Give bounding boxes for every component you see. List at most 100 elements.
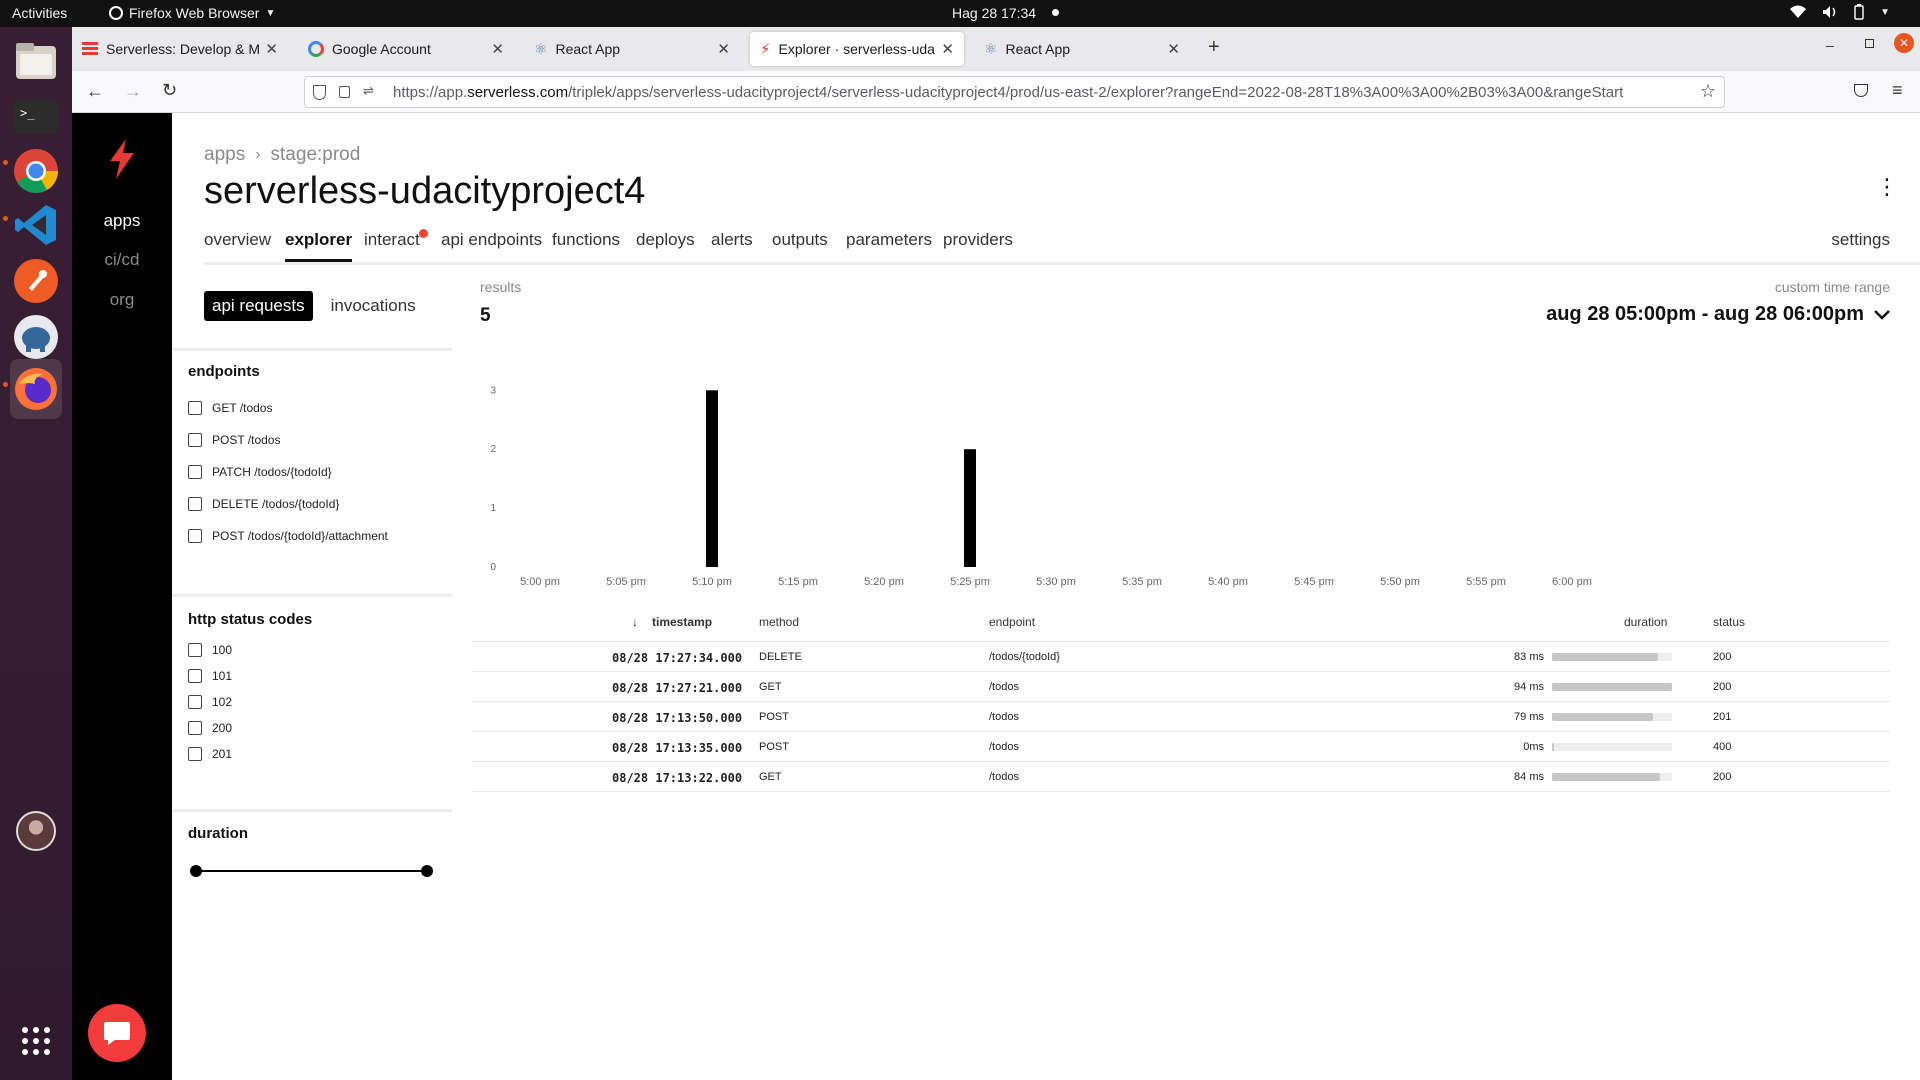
checkbox[interactable]	[188, 497, 202, 511]
chat-button[interactable]	[88, 1004, 146, 1062]
checkbox[interactable]	[188, 695, 202, 709]
status-codes-scroll[interactable]: 101 102 200 201	[172, 667, 452, 779]
checkbox[interactable]	[188, 465, 202, 479]
close-window-icon[interactable]: ✕	[1894, 33, 1914, 53]
postman-icon[interactable]	[10, 255, 62, 307]
browser-tab[interactable]: Serverless: Develop & Mo ✕	[72, 32, 288, 66]
serverless-logo-icon[interactable]	[106, 139, 138, 179]
duration-slider-track[interactable]	[196, 870, 426, 872]
checkbox[interactable]	[188, 747, 202, 761]
checkbox[interactable]	[188, 529, 202, 543]
checkbox-label: DELETE /todos/{todoId}	[212, 497, 340, 511]
tab-deploys[interactable]: deploys	[636, 230, 695, 262]
tab-settings[interactable]: settings	[1831, 230, 1890, 250]
tab-overview[interactable]: overview	[204, 230, 271, 262]
activities-button[interactable]: Activities	[12, 5, 67, 21]
row-timestamp: 08/28 17:13:35.000	[612, 741, 743, 755]
vscode-icon[interactable]	[10, 199, 62, 251]
checkbox-label: POST /todos/{todoId}/attachment	[212, 529, 388, 543]
checkbox-label: PATCH /todos/{todoId}	[212, 465, 332, 479]
checkbox[interactable]	[188, 401, 202, 415]
close-icon[interactable]: ✕	[491, 40, 504, 58]
chrome-icon[interactable]	[10, 145, 62, 197]
bookmark-star-icon[interactable]: ☆	[1699, 81, 1716, 102]
status-filter-item[interactable]: 101	[188, 669, 232, 683]
checkbox[interactable]	[188, 643, 202, 657]
close-icon[interactable]: ✕	[1167, 40, 1180, 58]
x-tick-label: 5:55 pm	[1466, 576, 1506, 588]
duration-slider-min-handle[interactable]	[190, 865, 202, 877]
x-tick-label: 5:30 pm	[1036, 576, 1076, 588]
chart-bar[interactable]	[706, 390, 718, 567]
checkbox[interactable]	[188, 721, 202, 735]
table-row[interactable]: 08/28 17:13:22.000 GET /todos 84 ms 200	[472, 761, 1890, 791]
checkbox[interactable]	[188, 669, 202, 683]
status-filter-item[interactable]: 100	[188, 643, 232, 657]
new-tab-icon[interactable]: +	[1208, 36, 1220, 59]
status-filter-item[interactable]: 102	[188, 695, 232, 709]
tab-functions[interactable]: functions	[552, 230, 620, 262]
more-options-icon[interactable]: ⋮	[1876, 176, 1898, 198]
sidebar-item-org[interactable]: org	[72, 290, 172, 310]
chart-bar[interactable]	[964, 449, 976, 567]
column-timestamp[interactable]: timestamp	[652, 615, 712, 629]
app-grid-icon[interactable]	[10, 1015, 62, 1067]
minimize-icon[interactable]: –	[1826, 37, 1834, 53]
close-icon[interactable]: ✕	[265, 40, 278, 58]
divider	[172, 348, 452, 351]
pgadmin-icon[interactable]	[10, 311, 62, 363]
tab-providers[interactable]: providers	[943, 230, 1013, 262]
duration-slider-max-handle[interactable]	[421, 865, 433, 877]
reload-icon[interactable]: ↻	[162, 80, 177, 101]
browser-tab-active[interactable]: ⚡ Explorer · serverless-uda ✕	[750, 32, 964, 66]
app-menu[interactable]: Firefox Web Browser ▼	[109, 5, 275, 21]
tab-api-endpoints[interactable]: api endpoints	[441, 230, 542, 262]
endpoint-filter-item[interactable]: PATCH /todos/{todoId}	[188, 465, 332, 479]
api-requests-toggle[interactable]: api requests	[204, 291, 313, 321]
tab-alerts[interactable]: alerts	[711, 230, 753, 262]
tab-explorer[interactable]: explorer	[285, 230, 353, 262]
tab-interact[interactable]: interact	[364, 229, 428, 262]
restore-icon[interactable]	[1865, 39, 1874, 48]
column-status[interactable]: status	[1713, 615, 1745, 629]
browser-tab[interactable]: Google Account ✕	[298, 32, 514, 66]
column-endpoint[interactable]: endpoint	[989, 615, 1035, 629]
column-method[interactable]: method	[759, 615, 799, 629]
hamburger-menu-icon[interactable]: ≡	[1892, 80, 1903, 101]
system-tray[interactable]: ▼	[1790, 4, 1890, 20]
firefox-icon[interactable]	[10, 359, 62, 419]
endpoint-filter-item[interactable]: POST /todos	[188, 433, 280, 447]
table-row[interactable]: 08/28 17:27:21.000 GET /todos 94 ms 200	[472, 671, 1890, 701]
table-row[interactable]: 08/28 17:13:50.000 POST /todos 79 ms 201	[472, 701, 1890, 731]
checkbox[interactable]	[188, 433, 202, 447]
endpoint-filter-item[interactable]: DELETE /todos/{todoId}	[188, 497, 339, 511]
sidebar-item-cicd[interactable]: ci/cd	[72, 250, 172, 270]
forward-icon[interactable]: →	[124, 81, 142, 102]
url-bar[interactable]: ⇌ https://app. serverless.com/triplek/app…	[304, 76, 1725, 108]
browser-tab[interactable]: ⚛ React App ✕	[974, 32, 1190, 66]
endpoint-filter-item[interactable]: GET /todos	[188, 401, 272, 415]
close-icon[interactable]: ✕	[941, 40, 954, 58]
user-avatar-icon[interactable]	[10, 805, 62, 857]
files-icon[interactable]	[10, 35, 62, 87]
status-filter-item[interactable]: 200	[188, 721, 232, 735]
back-icon[interactable]: ←	[86, 81, 104, 102]
tab-outputs[interactable]: outputs	[772, 230, 828, 262]
endpoint-filter-item[interactable]: POST /todos/{todoId}/attachment	[188, 529, 388, 543]
clock[interactable]: Hag 28 17:34	[952, 5, 1036, 21]
sidebar-item-apps[interactable]: apps	[72, 211, 172, 231]
status-filter-item[interactable]: 201	[188, 747, 232, 761]
breadcrumb-stage[interactable]: stage:prod	[271, 144, 361, 166]
browser-tab[interactable]: ⚛ React App ✕	[524, 32, 740, 66]
column-duration[interactable]: duration	[1624, 615, 1667, 629]
close-icon[interactable]: ✕	[717, 40, 730, 58]
tab-parameters[interactable]: parameters	[846, 230, 932, 262]
breadcrumb-apps[interactable]: apps	[204, 144, 245, 166]
pocket-icon[interactable]	[1854, 84, 1868, 97]
table-row[interactable]: 08/28 17:27:34.000 DELETE /todos/{todoId…	[472, 641, 1890, 671]
sort-arrow-icon[interactable]: ↓	[632, 615, 638, 629]
invocations-toggle[interactable]: invocations	[323, 291, 424, 321]
terminal-icon[interactable]: >_	[10, 91, 62, 143]
time-range-picker[interactable]: aug 28 05:00pm - aug 28 06:00pm	[1546, 303, 1890, 326]
table-row[interactable]: 08/28 17:13:35.000 POST /todos 0ms 400	[472, 731, 1890, 761]
